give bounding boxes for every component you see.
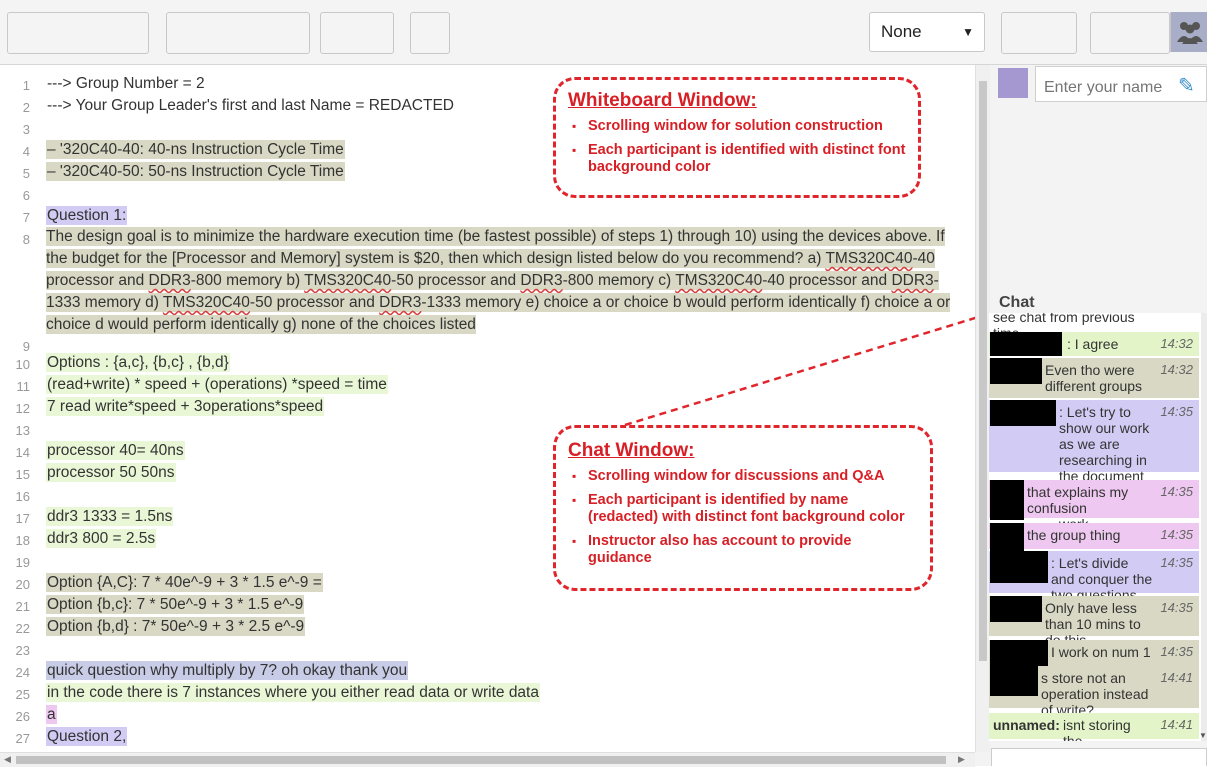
chat-message: Even tho were different groups 14:32 <box>989 358 1199 398</box>
edit-name-pen-icon[interactable]: ✎ <box>1178 73 1195 98</box>
chat-message-text: Even tho were different groups <box>1045 362 1143 394</box>
redaction-box <box>990 666 1038 696</box>
chat-scroll-down-icon[interactable]: ▼ <box>1199 731 1207 740</box>
chat-input[interactable] <box>991 748 1207 766</box>
chat-timestamp: 14:41 <box>1160 670 1193 685</box>
chat-message-list[interactable]: see chat from previous time: I agree 14:3… <box>989 313 1201 741</box>
chat-message: : I agree 14:32 <box>989 332 1199 356</box>
chat-message: see chat from previous time <box>989 313 1199 341</box>
chat-timestamp: 14:35 <box>1160 600 1193 615</box>
redaction-box <box>990 358 1042 384</box>
chat-title: Chat <box>999 294 1035 311</box>
chat-scrollbar[interactable]: ▼ <box>1199 313 1207 741</box>
chat-timestamp: 14:35 <box>1160 484 1193 499</box>
chat-timestamp: 14:35 <box>1160 527 1193 542</box>
editor-vertical-scroll-thumb[interactable] <box>979 81 987 661</box>
redaction-box <box>990 596 1042 622</box>
chat-timestamp: 14:35 <box>1160 404 1193 419</box>
redaction-box <box>990 480 1024 520</box>
chat-timestamp: 14:41 <box>1160 717 1193 732</box>
chat-timestamp: 14:35 <box>1160 644 1193 659</box>
chat-message-text: I work on num 1 <box>1051 644 1151 660</box>
chat-message: : Let's try to show our work as we are r… <box>989 400 1199 532</box>
chat-message: Only have less than 10 mins to do this14… <box>989 596 1199 648</box>
chat-message-text: : I agree <box>1067 336 1119 352</box>
editor-vertical-scrollbar[interactable] <box>975 65 990 752</box>
chat-timestamp: 14:35 <box>1160 555 1193 570</box>
redaction-box <box>990 332 1062 356</box>
redaction-box <box>990 551 1048 583</box>
chat-message: s store not an operation instead of writ… <box>989 666 1199 718</box>
chat-message: I work on num 1 14:35 <box>989 640 1199 672</box>
chat-message-text: that explains my confusion <box>1027 484 1129 516</box>
user-color-swatch[interactable] <box>998 68 1028 98</box>
chat-message: : Let's divide and conquer the two quest… <box>989 551 1199 603</box>
chat-message-text: s store not an operation instead of writ… <box>1041 670 1149 718</box>
chat-message-text: isnt storing the <box>1063 717 1131 741</box>
chat-timestamp: 14:32 <box>1160 336 1193 351</box>
chat-message-text: the group thing <box>1027 527 1121 543</box>
chat-timestamp: 14:32 <box>1160 362 1193 377</box>
chat-message: unnamed: isnt storing the 14:41 <box>989 713 1199 741</box>
chat-author: unnamed: <box>993 717 1060 733</box>
chat-message: the group thing 14:35 <box>989 523 1199 557</box>
chat-message: that explains my confusion 14:35 <box>989 480 1199 520</box>
redaction-box <box>990 400 1056 426</box>
